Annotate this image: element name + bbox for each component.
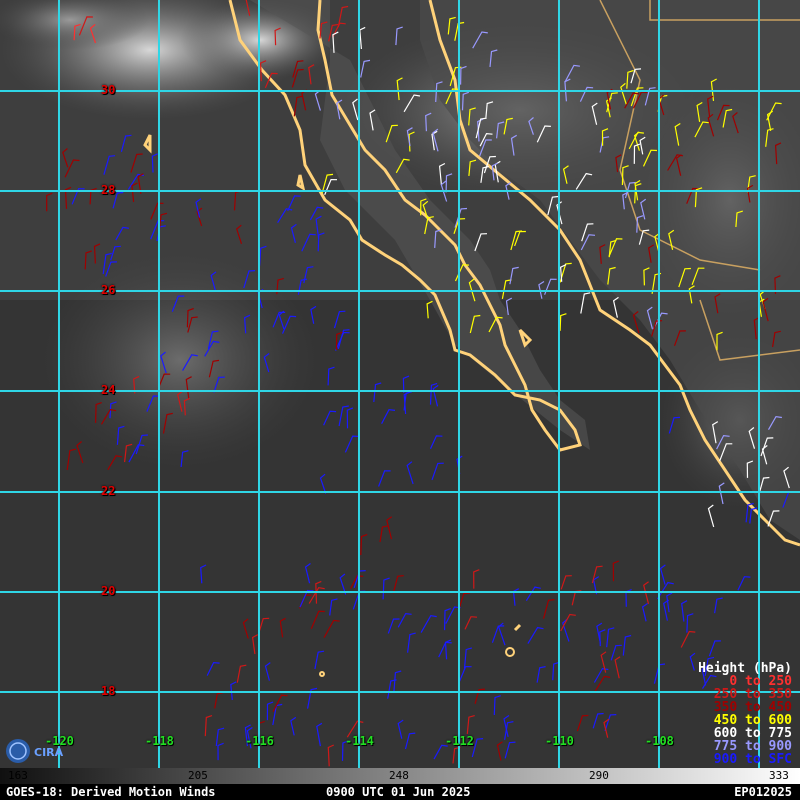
longitude-label: -110 <box>545 734 574 748</box>
map-canvas <box>0 0 800 768</box>
colorbar-tick: 163 <box>8 769 28 782</box>
satellite-map <box>0 0 800 768</box>
satellite-title: GOES-18: Derived Motion Winds <box>6 785 216 799</box>
longitude-label: -114 <box>345 734 374 748</box>
latitude-label: 22 <box>101 484 116 498</box>
storm-id: EP012025 <box>734 785 792 799</box>
colorbar-tick: 205 <box>188 769 208 782</box>
satellite-image-viewer: 30 28 26 24 22 20 18 -120 -118 -116 -114 -112 -110-… <box>0 0 800 800</box>
latitude-label: 18 <box>101 684 116 698</box>
longitude-label: -116 <box>245 734 274 748</box>
product-footer: GOES-18: Derived Motion Winds 0900 UTC 0… <box>0 784 800 800</box>
svg-text:CIRA: CIRA <box>34 746 64 759</box>
colorbar-tick: 333 <box>769 769 789 782</box>
latitude-label: 28 <box>101 183 116 197</box>
longitude-label: -112 <box>445 734 474 748</box>
valid-time: 0900 UTC 01 Jun 2025 <box>326 785 471 799</box>
height-legend: Height (hPa) 0 to 250 250 to 350 350 to … <box>698 662 792 766</box>
latitude-label: 20 <box>101 584 116 598</box>
colorbar-tick: 290 <box>589 769 609 782</box>
longitude-label: -118 <box>145 734 174 748</box>
legend-item: 900 to SFC <box>713 752 792 767</box>
colorbar-tick: 248 <box>389 769 409 782</box>
latitude-label: 24 <box>101 383 116 397</box>
cira-logo: CIRA <box>4 736 68 766</box>
temperature-colorbar: 163 205 248 290 333 <box>0 768 800 784</box>
longitude-label: -108 <box>645 734 674 748</box>
latitude-label: 26 <box>101 283 116 297</box>
latitude-label: 30 <box>101 83 116 97</box>
